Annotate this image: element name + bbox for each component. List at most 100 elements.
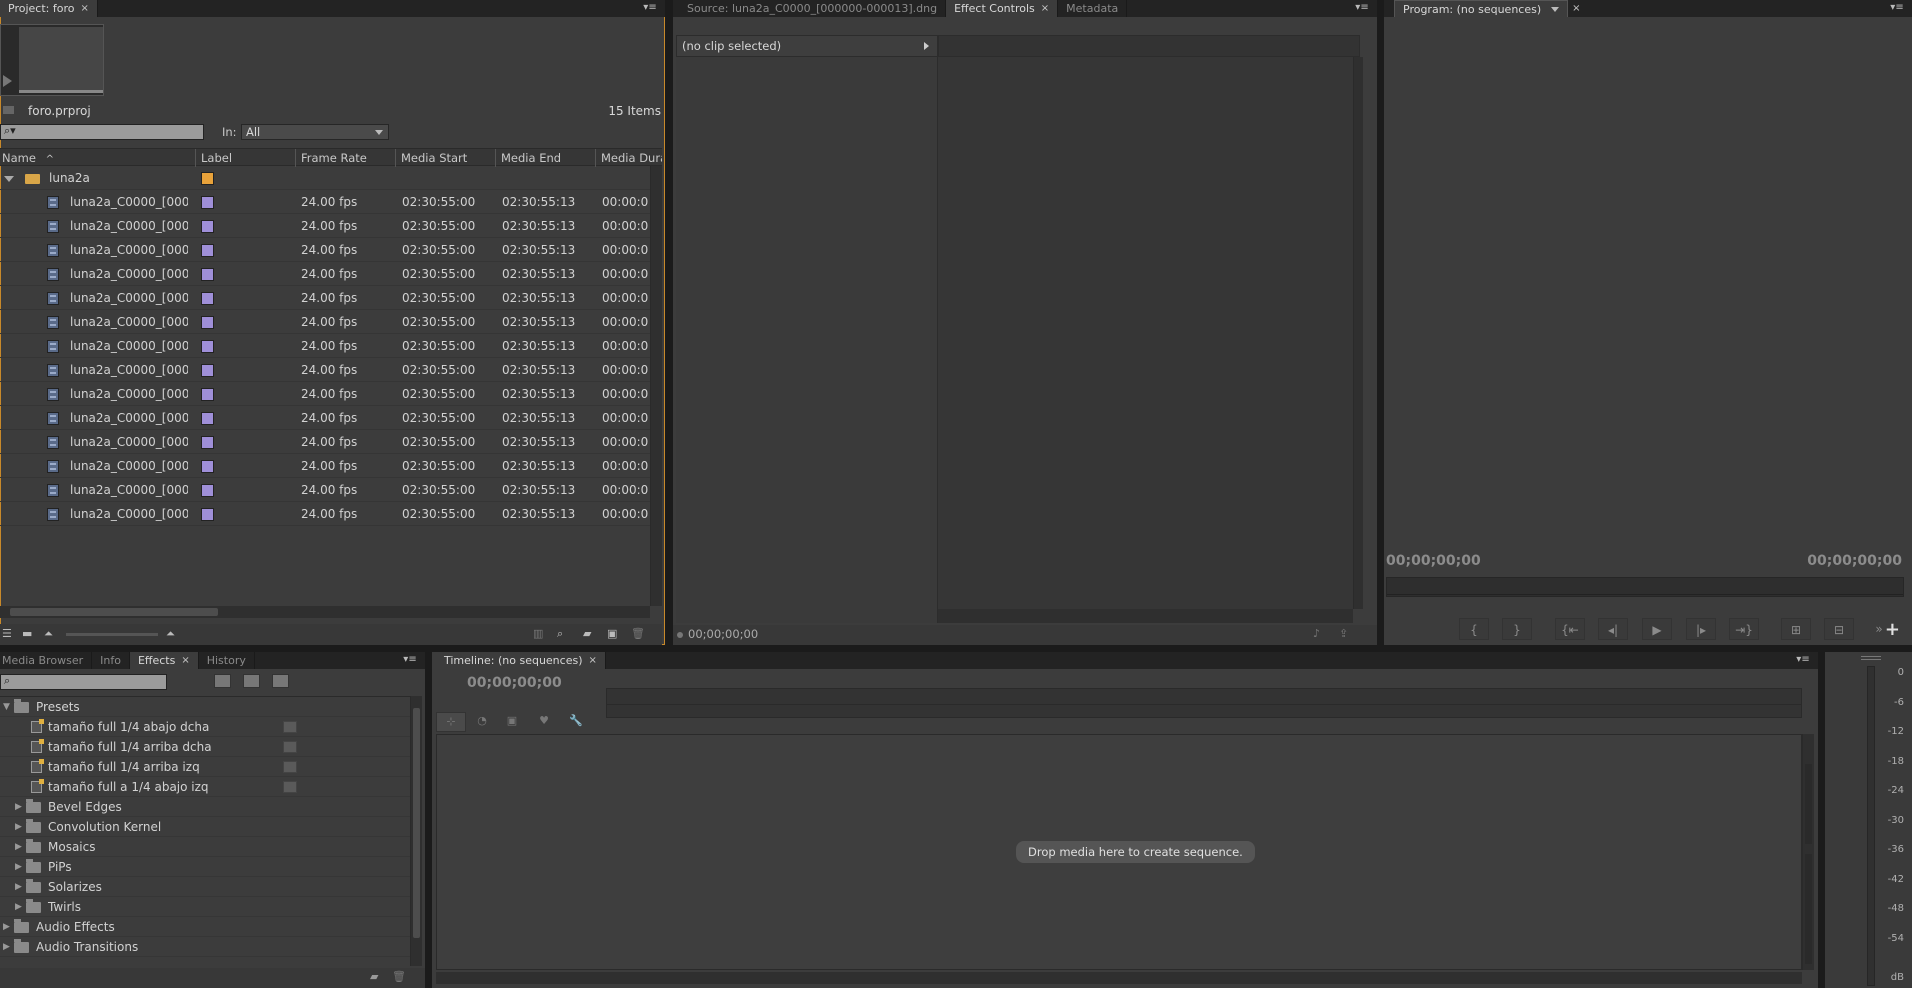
audio-only-icon[interactable]: ♪ [1313, 627, 1320, 640]
trash-icon[interactable]: 🗑 [392, 970, 406, 983]
yuv-effects-icon[interactable] [272, 674, 289, 688]
label-color-swatch[interactable] [201, 268, 214, 281]
column-header-media-duration[interactable]: Media Dura [595, 149, 662, 167]
meter-grip-icon[interactable] [1861, 656, 1881, 660]
expand-triangle-icon[interactable]: ▼ [3, 697, 10, 717]
label-color-swatch[interactable] [201, 460, 214, 473]
table-row[interactable]: luna2a_C0000_[0000 24.00 fps 02:30:55:00 02… [0, 454, 650, 478]
label-color-swatch[interactable] [201, 364, 214, 377]
marker-icon[interactable]: ♥ [534, 714, 554, 727]
effect-folder[interactable]: ▶ Audio Transitions [0, 937, 410, 957]
panel-menu-icon[interactable]: ▾≡ [1353, 2, 1371, 14]
column-header-name[interactable]: Name ^ [0, 149, 195, 167]
timeline-vertical-scrollbar[interactable] [1802, 734, 1814, 970]
effect-controls-timecode[interactable]: 00;00;00;00 [688, 627, 758, 641]
chevron-right-icon[interactable] [924, 42, 929, 50]
chevron-down-icon[interactable] [1551, 6, 1560, 12]
effect-folder[interactable]: ▶ Twirls [0, 897, 410, 917]
tab-metadata[interactable]: Metadata [1058, 0, 1128, 17]
horizontal-scroll-thumb[interactable] [10, 608, 218, 616]
collapse-triangle-icon[interactable]: ▶ [3, 937, 10, 957]
program-time-ruler[interactable] [1386, 577, 1904, 597]
zoom-out-icon[interactable]: ⏶ [44, 627, 53, 641]
go-to-out-icon[interactable]: ⇥} [1729, 618, 1759, 640]
program-viewer[interactable] [1384, 17, 1912, 547]
project-horizontal-scrollbar[interactable] [0, 606, 650, 618]
program-close[interactable]: × [1568, 0, 1584, 17]
timeline-track-area[interactable]: Drop media here to create sequence. [436, 734, 1802, 970]
preset-item[interactable]: tamaño full 1/4 arriba dcha [0, 737, 410, 757]
label-color-swatch[interactable] [201, 436, 214, 449]
collapse-triangle-icon[interactable]: ▶ [15, 837, 22, 857]
table-row[interactable]: luna2a_C0000_[0000 24.00 fps 02:30:55:00 02… [0, 382, 650, 406]
timeline-horizontal-scrollbar[interactable] [436, 972, 1802, 984]
extract-icon[interactable]: ⊟ [1824, 618, 1854, 640]
tab-program[interactable]: Program: (no sequences) [1394, 0, 1569, 17]
table-row[interactable]: luna2a_C0000_[0000 24.00 fps 02:30:55:00 02… [0, 478, 650, 502]
label-color-swatch[interactable] [201, 220, 214, 233]
in-dropdown[interactable]: All [241, 124, 389, 140]
collapse-triangle-icon[interactable]: ▶ [15, 857, 22, 877]
effect-folder[interactable]: ▶ Convolution Kernel [0, 817, 410, 837]
new-bin-icon[interactable]: ▰ [583, 627, 591, 640]
column-header-media-end[interactable]: Media End [495, 149, 595, 167]
timeline-ruler[interactable] [606, 688, 1802, 718]
label-color-swatch[interactable] [201, 340, 214, 353]
column-header-media-start[interactable]: Media Start [395, 149, 495, 167]
add-button[interactable]: + [1885, 619, 1900, 640]
project-search-input[interactable]: ⌕▾ [0, 124, 204, 140]
tab-effect-controls[interactable]: Effect Controls × [946, 0, 1059, 17]
expand-triangle-icon[interactable] [4, 176, 14, 182]
tab-effects[interactable]: Effects × [129, 652, 199, 669]
effect-controls-horizontal-scrollbar[interactable] [938, 609, 1353, 623]
timeline-timecode[interactable]: 00;00;00;00 [467, 675, 562, 691]
column-header-frame-rate[interactable]: Frame Rate [295, 149, 395, 167]
label-color-swatch[interactable] [201, 508, 214, 521]
automate-to-sequence-icon[interactable]: ▥ [533, 627, 543, 640]
effect-folder[interactable]: ▶ Bevel Edges [0, 797, 410, 817]
preset-item[interactable]: tamaño full 1/4 arriba izq [0, 757, 410, 777]
table-row[interactable]: luna2a_C0000_[0000 24.00 fps 02:30:55:00 02… [0, 190, 650, 214]
table-row[interactable]: luna2a_C0000_[0000 24.00 fps 02:30:55:00 02… [0, 430, 650, 454]
lift-icon[interactable]: ⊞ [1781, 618, 1811, 640]
table-row[interactable]: luna2a_C0000_[0000 24.00 fps 02:30:55:00 02… [0, 334, 650, 358]
table-row[interactable]: luna2a_C0000_[0000 24.00 fps 02:30:55:00 02… [0, 310, 650, 334]
mark-in-icon[interactable]: { [1459, 618, 1489, 640]
new-item-icon[interactable]: ▣ [607, 627, 617, 640]
tab-media-browser[interactable]: Media Browser [0, 652, 93, 669]
wrench-icon[interactable]: 🔧 [566, 714, 586, 727]
list-view-icon[interactable]: ☰ [2, 627, 12, 640]
close-icon[interactable]: × [80, 0, 88, 17]
effect-folder[interactable]: ▼ Presets [0, 697, 410, 717]
tab-project[interactable]: Project: foro × [0, 0, 98, 17]
effect-controls-vertical-scrollbar[interactable] [1353, 57, 1363, 609]
collapse-triangle-icon[interactable]: ▶ [15, 797, 22, 817]
project-vertical-scrollbar[interactable] [650, 166, 662, 606]
tab-history[interactable]: History [199, 652, 255, 669]
table-row[interactable]: luna2a_C0000_[0000 24.00 fps 02:30:55:00 02… [0, 286, 650, 310]
label-color-swatch[interactable] [201, 412, 214, 425]
effect-folder[interactable]: ▶ PiPs [0, 857, 410, 877]
table-row[interactable]: luna2a_C0000_[0000 24.00 fps 02:30:55:00 02… [0, 238, 650, 262]
close-icon[interactable]: × [1041, 0, 1049, 17]
zoom-in-icon[interactable]: ⏶ [166, 627, 175, 641]
label-color-swatch[interactable] [201, 316, 214, 329]
step-forward-icon[interactable]: |▸ [1686, 618, 1716, 640]
table-row[interactable]: luna2a_C0000_[0000 24.00 fps 02:30:55:00 02… [0, 262, 650, 286]
collapse-triangle-icon[interactable]: ▶ [3, 917, 10, 937]
play-icon[interactable]: ▶ [1642, 618, 1672, 640]
collapse-triangle-icon[interactable]: ▶ [15, 817, 22, 837]
effect-folder[interactable]: ▶ Mosaics [0, 837, 410, 857]
label-color-swatch[interactable] [201, 484, 214, 497]
label-color-swatch[interactable] [201, 244, 214, 257]
32bit-effects-icon[interactable] [243, 674, 260, 688]
program-timecode-playhead[interactable]: 00;00;00;00 [1386, 553, 1481, 569]
effects-scroll-thumb[interactable] [413, 708, 420, 938]
play-icon[interactable] [3, 75, 12, 87]
accelerated-effects-icon[interactable] [214, 674, 231, 688]
linked-selection-icon[interactable]: ◔ [472, 714, 492, 727]
go-to-in-icon[interactable]: {⇤ [1555, 618, 1585, 640]
export-icon[interactable]: ⇪ [1339, 627, 1348, 640]
table-row[interactable]: luna2a_C0000_[0000 24.00 fps 02:30:55:00 02… [0, 406, 650, 430]
panel-menu-icon[interactable]: ▾≡ [641, 2, 659, 14]
